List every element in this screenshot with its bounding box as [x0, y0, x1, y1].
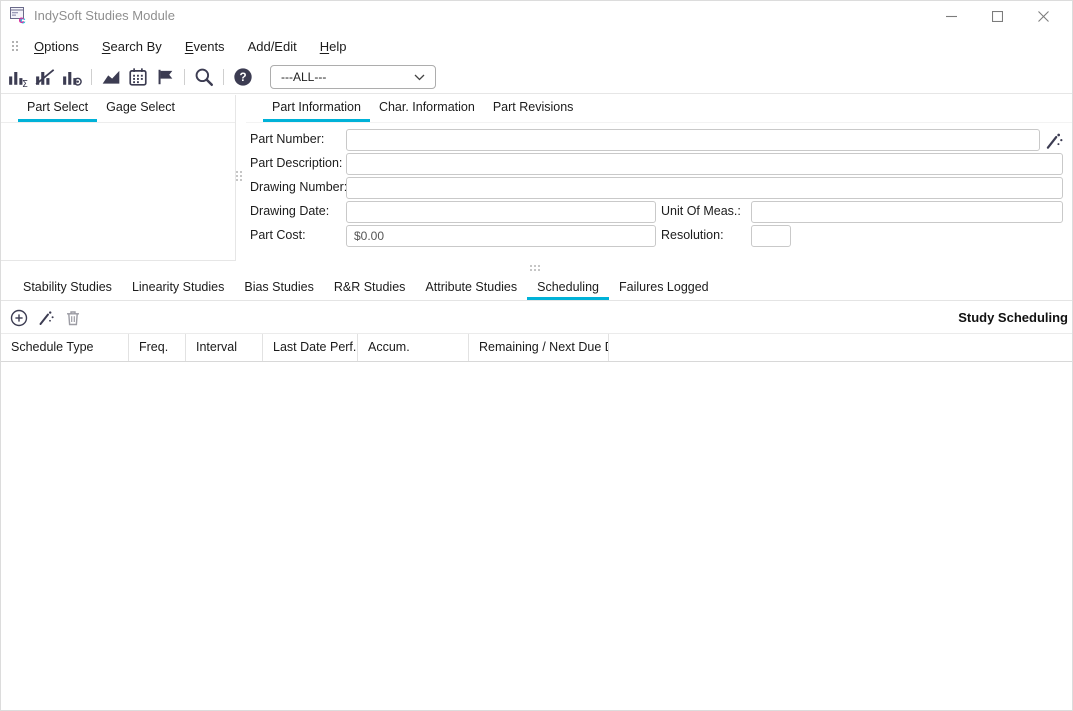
linearity-chart-icon[interactable]	[35, 67, 55, 87]
close-button[interactable]	[1020, 1, 1066, 31]
unit-of-meas-input[interactable]	[751, 201, 1063, 223]
toolbar-icons: Σ?	[1, 67, 253, 87]
column-header-freq[interactable]: Freq.	[129, 334, 186, 361]
filter-dropdown-value: ---ALL---	[281, 70, 326, 84]
part-tab-part-revisions[interactable]: Part Revisions	[484, 95, 583, 122]
select-tabstrip: Part SelectGage Select	[1, 95, 235, 123]
toolbar-separator	[91, 69, 92, 85]
column-header-last-date-perf[interactable]: Last Date Perf.	[263, 334, 358, 361]
window-controls	[928, 1, 1066, 31]
wand-icon[interactable]	[37, 309, 55, 327]
stability-chart-icon[interactable]: Σ	[8, 67, 28, 87]
menu-search-by[interactable]: Search By	[102, 39, 162, 54]
svg-text:Σ: Σ	[22, 78, 28, 86]
resolution-input[interactable]	[751, 225, 791, 247]
drawing-number-label: Drawing Number:	[250, 180, 347, 194]
resolution-label: Resolution:	[661, 228, 724, 242]
vertical-splitter-grip-icon[interactable]	[236, 171, 242, 181]
trash-icon	[64, 309, 82, 327]
study-toolbar-icons	[1, 309, 82, 327]
flag-icon[interactable]	[155, 67, 175, 87]
studies-tabstrip: Stability StudiesLinearity StudiesBias S…	[1, 276, 1072, 301]
select-panel: Part SelectGage Select	[1, 95, 236, 261]
unit-of-meas-label: Unit Of Meas.:	[661, 204, 741, 218]
part-lookup-wand-icon[interactable]	[1044, 131, 1064, 151]
studies-tab-failures-logged[interactable]: Failures Logged	[609, 276, 719, 300]
part-tabstrip: Part InformationChar. InformationPart Re…	[246, 95, 1073, 123]
studies-tab-scheduling[interactable]: Scheduling	[527, 276, 609, 300]
menu-options[interactable]: Options	[34, 39, 79, 54]
main-toolbar: Σ? ---ALL---	[1, 60, 1072, 94]
menu-items: Options Search By Events Add/Edit Help	[34, 39, 369, 54]
part-information-panel: Part InformationChar. InformationPart Re…	[246, 95, 1073, 261]
menu-bar: Options Search By Events Add/Edit Help	[1, 32, 1072, 60]
select-tab-part-select[interactable]: Part Select	[18, 95, 97, 122]
add-icon[interactable]	[10, 309, 28, 327]
help-icon[interactable]: ?	[233, 67, 253, 87]
drawing-date-input[interactable]	[346, 201, 656, 223]
column-header-remaining-next-due-date[interactable]: Remaining / Next Due Date	[469, 334, 609, 361]
toolbar-separator	[223, 69, 224, 85]
horizontal-splitter-grip-icon[interactable]	[530, 265, 540, 271]
svg-text:?: ?	[239, 71, 246, 84]
schedule-grid-body[interactable]	[1, 362, 1072, 710]
part-cost-input[interactable]	[346, 225, 656, 247]
part-select-list[interactable]	[1, 123, 235, 260]
filter-dropdown[interactable]: ---ALL---	[270, 65, 436, 89]
part-tab-part-information[interactable]: Part Information	[263, 95, 370, 122]
part-number-label: Part Number:	[250, 132, 324, 146]
menu-events[interactable]: Events	[185, 39, 225, 54]
area-chart-icon[interactable]	[101, 67, 121, 87]
studies-tab-stability-studies[interactable]: Stability Studies	[13, 276, 122, 300]
study-scheduling-toolbar	[1, 302, 1072, 333]
maximize-button[interactable]	[974, 1, 1020, 31]
select-tab-gage-select[interactable]: Gage Select	[97, 95, 184, 122]
title-bar: c c IndySoft Studies Module	[1, 1, 1072, 31]
search-icon[interactable]	[194, 67, 214, 87]
column-header-accum[interactable]: Accum.	[358, 334, 469, 361]
studies-tab-bias-studies[interactable]: Bias Studies	[234, 276, 323, 300]
part-description-input[interactable]	[346, 153, 1063, 175]
calendar-icon[interactable]	[128, 67, 148, 87]
drawing-number-input[interactable]	[346, 177, 1063, 199]
part-number-input[interactable]	[346, 129, 1040, 151]
drawing-date-label: Drawing Date:	[250, 204, 329, 218]
part-description-label: Part Description:	[250, 156, 342, 170]
studies-tab-attribute-studies[interactable]: Attribute Studies	[415, 276, 527, 300]
menu-drag-grip-icon[interactable]	[12, 41, 18, 51]
bias-chart-icon[interactable]	[62, 67, 82, 87]
indysoft-app-icon: c c	[10, 7, 30, 25]
part-cost-label: Part Cost:	[250, 228, 306, 242]
section-title: Study Scheduling	[958, 302, 1068, 333]
chevron-down-icon	[414, 70, 425, 84]
schedule-grid-header: Schedule TypeFreq.IntervalLast Date Perf…	[1, 333, 1072, 362]
menu-add-edit[interactable]: Add/Edit	[248, 39, 297, 54]
indysoft-studies-window: c c IndySoft Studies Module Options Searc…	[0, 0, 1073, 711]
menu-help[interactable]: Help	[320, 39, 347, 54]
studies-tab-linearity-studies[interactable]: Linearity Studies	[122, 276, 234, 300]
column-header-schedule-type[interactable]: Schedule Type	[1, 334, 129, 361]
toolbar-separator	[184, 69, 185, 85]
window-title: IndySoft Studies Module	[34, 1, 175, 31]
studies-tab-r-r-studies[interactable]: R&R Studies	[324, 276, 416, 300]
column-header-interval[interactable]: Interval	[186, 334, 263, 361]
minimize-button[interactable]	[928, 1, 974, 31]
part-tab-char-information[interactable]: Char. Information	[370, 95, 484, 122]
svg-text:c: c	[19, 15, 25, 25]
